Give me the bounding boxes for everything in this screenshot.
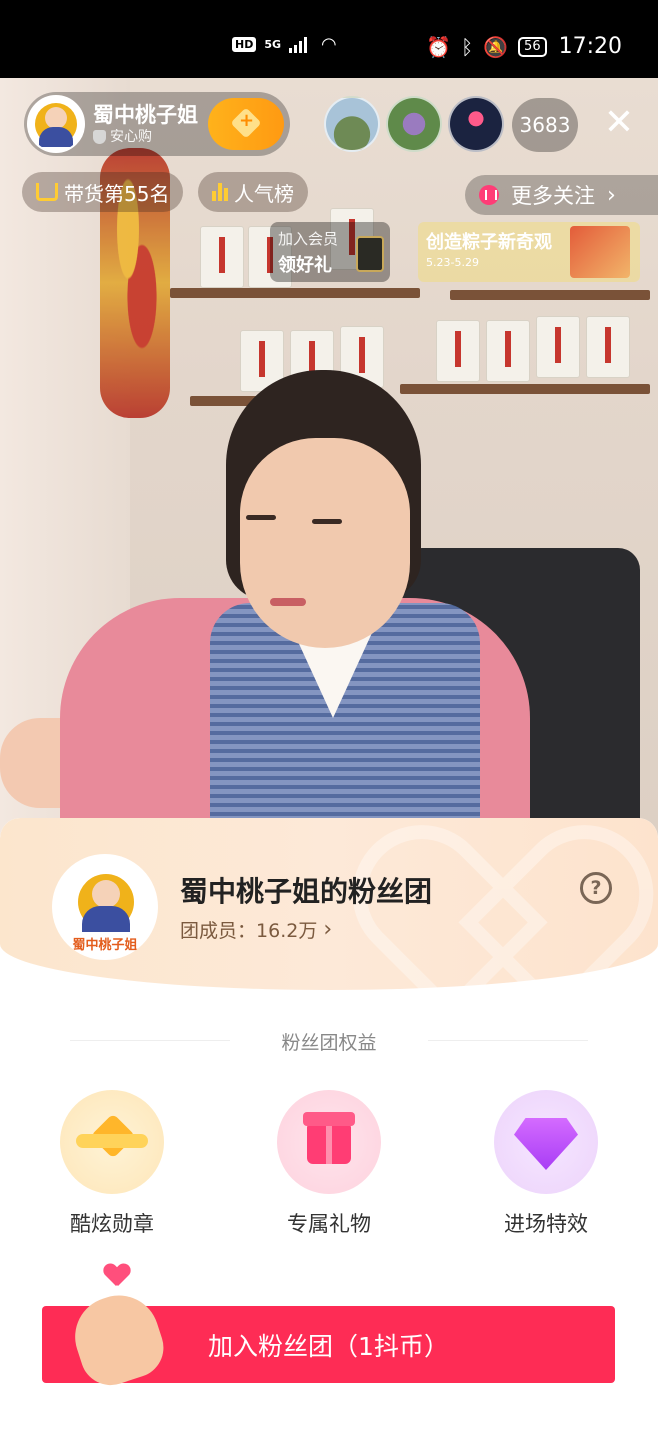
fan-club-sheet: 蜀中桃子姐 蜀中桃子姐的粉丝团 团成员： 16.2万 › ? 粉丝团权益 酷炫勋… (0, 818, 658, 1448)
host-mouth (270, 598, 306, 606)
shelf (400, 384, 650, 394)
avatar-face (45, 107, 67, 129)
benefit-medal[interactable]: 酷炫勋章 (42, 1090, 182, 1238)
product-pack (536, 316, 580, 378)
benefit-gift-circle (277, 1090, 381, 1194)
fan-club-title: 蜀中桃子姐的粉丝团 (180, 875, 433, 908)
divider (428, 1040, 588, 1041)
promo-banner[interactable]: 创造粽子新奇观 5.23-5.29 (418, 222, 640, 282)
product-pack (486, 320, 530, 382)
host-face (240, 438, 410, 648)
product-pack (200, 226, 244, 288)
host-name: 蜀中桃子姐 (93, 103, 198, 127)
viewer-count[interactable]: 3683 (512, 98, 578, 152)
background-heart-icon (380, 842, 590, 1002)
chevron-right-icon: › (607, 182, 616, 208)
shelf (170, 288, 420, 298)
bluetooth-icon: ᛒ (461, 34, 474, 59)
viewer-avatar[interactable] (448, 96, 504, 152)
close-icon[interactable]: ✕ (600, 104, 638, 142)
heart-icon (104, 1264, 130, 1288)
diamond-icon (514, 1118, 578, 1170)
member-banner[interactable]: 加入会员 领好礼 (270, 222, 390, 282)
popularity-label: 人气榜 (234, 181, 294, 206)
more-follow-button[interactable]: 更多关注 › (465, 175, 658, 215)
fan-club-header: 蜀中桃子姐 蜀中桃子姐的粉丝团 团成员： 16.2万 › ? (0, 818, 658, 990)
medal-icon (76, 1116, 148, 1164)
members-label: 团成员： (180, 920, 257, 942)
benefit-label: 酷炫勋章 (70, 1212, 154, 1236)
host-eye (246, 515, 276, 520)
more-follow-label: 更多关注 (511, 184, 595, 208)
avatar-logo-text: 蜀中桃子姐 (72, 938, 138, 953)
clock: 17:20 (558, 34, 622, 59)
benefit-effect-circle (494, 1090, 598, 1194)
product-pack (586, 316, 630, 378)
avatar-shirt (39, 127, 73, 147)
sales-rank-label: 带货第55名 (64, 181, 170, 206)
product-pack (436, 320, 480, 382)
gift-icon (303, 1112, 355, 1164)
plus-glyph: + (239, 110, 255, 131)
member-card-icon (356, 236, 384, 272)
bar-chart-icon (212, 183, 228, 201)
fan-club-avatar[interactable]: 蜀中桃子姐 (52, 854, 158, 960)
benefit-label: 专属礼物 (287, 1212, 371, 1236)
benefit-label: 进场特效 (504, 1212, 588, 1236)
avatar-shirt (82, 906, 130, 932)
status-right: ⏰ ᛒ 🔕 56 17:20 (426, 34, 622, 59)
shield-icon (93, 130, 106, 144)
benefit-gift[interactable]: 专属礼物 (259, 1090, 399, 1238)
follow-list-icon (479, 185, 499, 205)
mute-icon: 🔕 (483, 34, 509, 59)
sales-rank-tag[interactable]: 带货第55名 (22, 172, 184, 212)
cart-icon (36, 183, 58, 201)
host-badge: 安心购 (93, 128, 198, 146)
host-info-pill[interactable]: 蜀中桃子姐 安心购 + (24, 92, 290, 156)
viewer-avatar[interactable] (386, 96, 442, 152)
host-text: 蜀中桃子姐 安心购 (93, 102, 198, 146)
zongzi-image (570, 226, 630, 278)
live-room-page: HD 5G ◠ ⏰ ᛒ 🔕 56 17:20 蜀中桃子姐 安心购 + 3683 … (0, 0, 658, 1448)
wifi-icon: ◠ (321, 34, 337, 55)
top-viewers[interactable] (324, 96, 504, 152)
benefits-section-title: 粉丝团权益 (281, 1032, 377, 1054)
heart-plus-icon: + (229, 110, 263, 138)
hd-badge: HD (232, 37, 257, 52)
benefit-medal-circle (60, 1090, 164, 1194)
signal-icon (289, 36, 308, 53)
alarm-icon: ⏰ (426, 34, 452, 59)
status-bar: HD 5G ◠ ⏰ ᛒ 🔕 56 17:20 (0, 0, 658, 78)
members-value: 16.2万 (256, 920, 318, 942)
host-badge-text: 安心购 (110, 129, 152, 145)
help-icon[interactable]: ? (580, 872, 612, 904)
host-eye (312, 519, 342, 524)
chevron-right-icon: › (323, 917, 333, 942)
host-avatar[interactable] (27, 95, 85, 153)
popularity-tag[interactable]: 人气榜 (198, 172, 308, 212)
viewer-avatar[interactable] (324, 96, 380, 152)
fan-club-members[interactable]: 团成员： 16.2万 › (180, 916, 332, 943)
status-left: HD 5G ◠ (232, 34, 337, 55)
follow-button[interactable]: + (208, 98, 284, 150)
shelf (450, 290, 650, 300)
avatar-face (92, 880, 120, 908)
benefit-effect[interactable]: 进场特效 (476, 1090, 616, 1238)
battery-icon: 56 (518, 36, 547, 57)
network-type: 5G (264, 38, 282, 51)
